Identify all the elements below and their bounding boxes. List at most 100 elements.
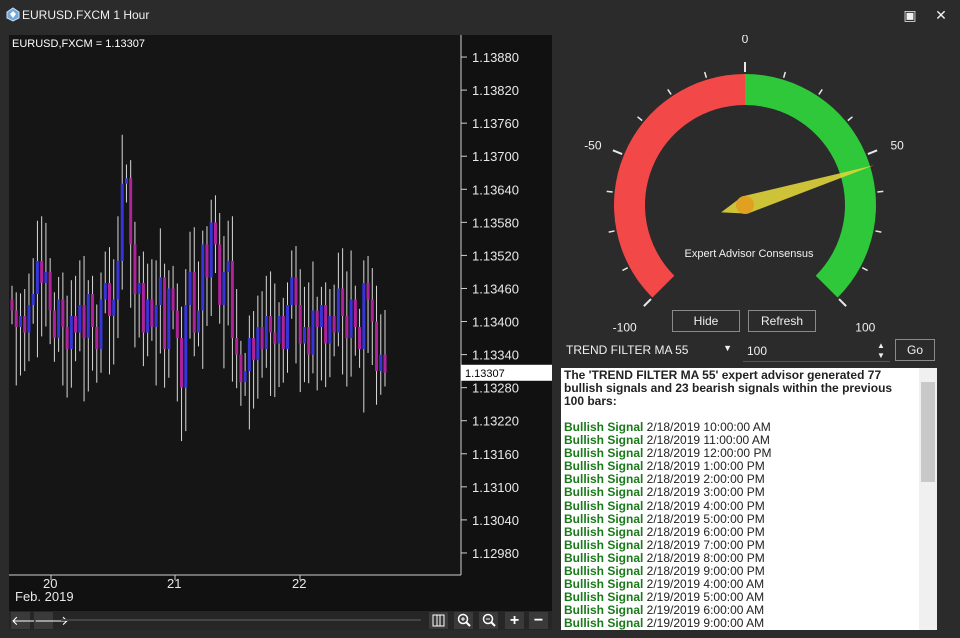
app-logo-icon	[6, 7, 20, 22]
candle-body	[40, 260, 44, 283]
candle-body	[341, 288, 345, 317]
gauge-tick	[667, 89, 672, 95]
candle-body	[95, 327, 99, 350]
gauge-tick-label: -100	[613, 320, 637, 334]
signal-time: 2/18/2019 2:00:00 PM	[643, 472, 765, 487]
candle-body	[154, 305, 158, 328]
candle-body	[222, 271, 226, 305]
y-tick-label: 1.13160	[472, 447, 519, 462]
candle-body	[290, 277, 294, 305]
candle-body	[171, 288, 175, 311]
candle-body	[86, 293, 90, 339]
scroll-left-button[interactable]: 🡐	[11, 612, 46, 629]
candle-body	[180, 338, 184, 388]
zoom-in-button[interactable]	[454, 612, 473, 629]
signal-type: Bullish Signal	[564, 577, 644, 592]
log-scrollbar-thumb[interactable]	[921, 382, 935, 482]
candle-body	[52, 310, 56, 339]
signal-time: 2/19/2019 9:00:00 AM	[643, 616, 765, 630]
hide-button[interactable]: Hide	[672, 310, 740, 332]
chart-canvas[interactable]: EURUSD,FXCM = 1.13307 1.13880 1.13820 1.137…	[9, 35, 552, 611]
signal-type: Bullish Signal	[564, 511, 644, 526]
candle-body	[150, 299, 154, 328]
y-tick-label: 1.13700	[472, 149, 519, 164]
candle-body	[103, 282, 107, 300]
candle-body	[27, 305, 31, 333]
gauge-tick	[612, 149, 623, 156]
spin-up-icon[interactable]: ▲	[873, 341, 889, 351]
y-tick-label: 1.13640	[472, 182, 519, 197]
candle-body	[345, 316, 349, 339]
candle-body	[14, 310, 18, 328]
columns-button[interactable]	[429, 612, 448, 629]
candle-body	[188, 271, 192, 305]
gauge-tick	[637, 116, 643, 122]
candle-body	[358, 327, 362, 350]
spin-down-icon[interactable]: ▼	[873, 351, 889, 361]
minus-button[interactable]: −	[529, 612, 548, 629]
scroll-right-button[interactable]: 🡒	[34, 612, 69, 629]
gauge-negative-arc	[614, 74, 745, 298]
candle-body	[294, 277, 298, 305]
advisor-panel: 0 -50 50 -100 100 Expert Advisor Consensus Hi…	[557, 35, 952, 630]
y-tick-label: 1.13880	[472, 50, 519, 65]
candle-body	[269, 316, 273, 333]
plus-button[interactable]: +	[505, 612, 524, 629]
candle-body	[336, 288, 340, 333]
candle-body	[141, 282, 145, 333]
candle-body	[383, 354, 387, 373]
candle-body	[324, 305, 328, 344]
candle-body	[230, 260, 234, 339]
candle-body	[192, 271, 196, 333]
candle-body	[218, 244, 222, 305]
signal-time: 2/18/2019 3:00:00 PM	[643, 485, 765, 500]
price-chart[interactable]: EURUSD,FXCM = 1.13307 1.13880 1.13820 1.137…	[9, 35, 552, 630]
gauge-tick-label: 0	[742, 35, 749, 46]
close-button[interactable]: ✕	[928, 4, 954, 26]
candle-body	[82, 305, 86, 339]
candle-body	[379, 354, 383, 372]
candle-body	[197, 310, 200, 333]
go-button[interactable]: Go	[895, 339, 935, 361]
candle-body	[61, 299, 65, 328]
advisor-select[interactable]: TREND FILTER MA 55 ▼	[562, 340, 738, 362]
candle-body	[184, 305, 188, 388]
signal-type: Bullish Signal	[564, 564, 644, 579]
y-tick-label: 1.13340	[472, 348, 519, 363]
candle-body	[375, 321, 379, 372]
gauge-tick	[847, 116, 853, 122]
y-tick-label: 1.13220	[472, 414, 519, 429]
signal-time: 2/19/2019 6:00:00 AM	[643, 603, 765, 618]
candle-body	[57, 299, 61, 339]
candle-body	[319, 305, 323, 328]
candle-body	[247, 338, 251, 372]
gauge-tick-label: 50	[890, 138, 904, 152]
chart-header: EURUSD,FXCM = 1.13307	[12, 38, 145, 50]
candle-body	[124, 178, 128, 184]
candle-body	[69, 316, 73, 350]
chart-scrollbar[interactable]	[61, 619, 421, 621]
candle-body	[91, 293, 95, 328]
consensus-gauge: 0 -50 50 -100 100 Expert Advisor Consensus	[584, 35, 904, 334]
y-tick-label: 1.13400	[472, 315, 519, 330]
signal-type: Bullish Signal	[564, 616, 644, 630]
signal-type: Bullish Signal	[564, 420, 644, 434]
zoom-out-button[interactable]	[479, 612, 498, 629]
candle-body	[107, 282, 111, 317]
candle-body	[286, 305, 290, 350]
signal-type: Bullish Signal	[564, 433, 644, 448]
refresh-button[interactable]: Refresh	[748, 310, 816, 332]
candle-body	[133, 244, 137, 294]
gauge-tick	[818, 89, 823, 95]
signal-time: 2/19/2019 5:00:00 AM	[643, 590, 765, 605]
candle-body	[31, 293, 35, 305]
candle-body	[260, 327, 264, 350]
bars-input[interactable]: 100	[743, 340, 890, 362]
signal-log[interactable]: The 'TREND FILTER MA 55' expert advisor …	[561, 368, 937, 630]
log-entry: Bullish Signal 2/19/2019 9:00:00 AM	[564, 617, 934, 630]
maximize-button[interactable]: ▣	[897, 4, 923, 26]
candle-body	[74, 316, 78, 333]
candle-body	[48, 271, 52, 311]
x-tick-label: 22	[292, 576, 306, 591]
bars-spinner[interactable]: ▲ ▼	[873, 341, 889, 361]
